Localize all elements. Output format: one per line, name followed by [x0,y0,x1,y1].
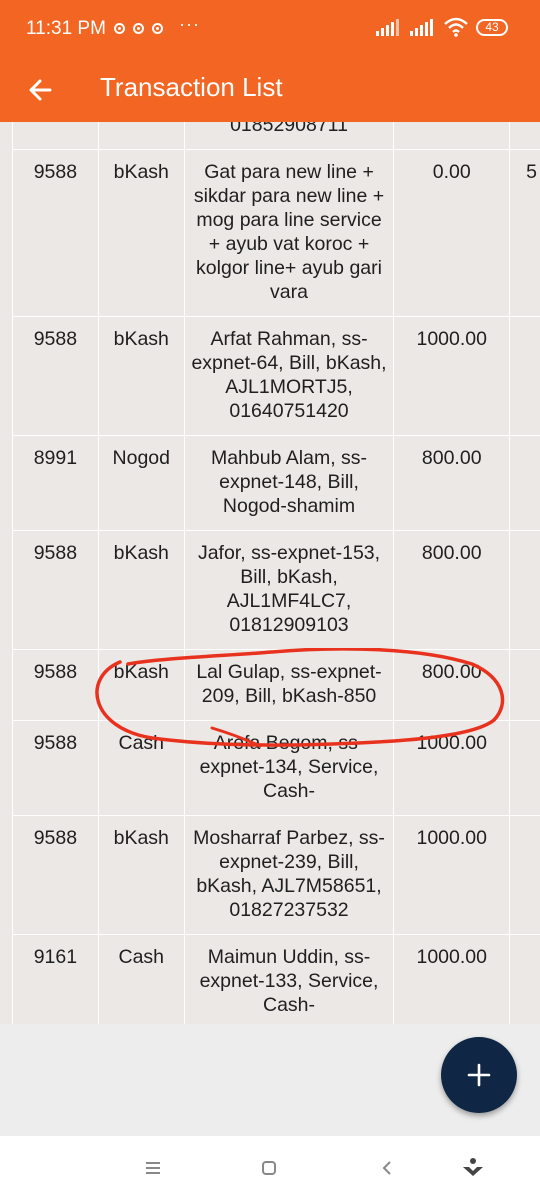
cell-id: 9588 [12,649,99,721]
table-row[interactable]: 9588 bKash Arfat Rahman, ss-expnet-64, Bil… [12,316,540,436]
cell-method: bKash [97,649,185,721]
cell-extra [509,934,540,1024]
notification-dot-icon [133,23,144,34]
cell-amount: 1000.00 [393,316,511,436]
transaction-list[interactable]: 01852908711 9588 bKash Gat para new line +… [0,122,540,1024]
home-square-icon[interactable] [255,1154,283,1182]
status-bar: 11:31 PM ··· 43 [0,0,540,58]
signal-icon [410,19,433,36]
more-notifications-icon: ··· [179,14,200,34]
cell-method: Cash [97,934,185,1024]
table-row[interactable]: 9588 Cash Arefa Begom, ss-expnet-134, Serv… [12,720,540,816]
status-time: 11:31 PM [26,18,106,39]
cell-description: Mahbub Alam, ss-expnet-148, Bill, Nogod-… [183,435,395,531]
cell-description: Arfat Rahman, ss-expnet-64, Bill, bKash,… [183,316,395,436]
cell-id: 9588 [12,316,99,436]
cell-extra [509,649,540,721]
cell-method: Cash [97,720,185,816]
cell-method: Nogod [97,435,185,531]
wifi-icon [444,17,468,37]
cell-method: bKash [97,316,185,436]
table-row[interactable]: 9588 bKash Jafor, ss-expnet-153, Bill, bKa… [12,530,540,650]
cell-extra [509,122,540,150]
arrow-left-icon[interactable] [24,72,60,108]
cell-amount: 1000.00 [393,815,511,935]
cell-extra [509,435,540,531]
cell-method: bKash [97,530,185,650]
cell-amount: 1000.00 [393,934,511,1024]
cell-description: Maimun Uddin, ss-expnet-133, Service, Ca… [183,934,395,1024]
cell-id: 9588 [12,530,99,650]
cell-amount: 800.00 [393,530,511,650]
add-transaction-button[interactable] [441,1037,517,1113]
cell-extra: 5 [509,149,540,317]
transaction-table: 01852908711 9588 bKash Gat para new line +… [12,122,540,1024]
table-row[interactable]: 9161 Cash Maimun Uddin, ss-expnet-133, Ser… [12,934,540,1024]
cell-amount: 800.00 [393,649,511,721]
table-row[interactable]: 9588 bKash Mosharraf Parbez, ss-expnet-239… [12,815,540,935]
cell-extra [509,815,540,935]
cell-description: 01852908711 [183,122,395,150]
cell-extra [509,530,540,650]
cell-id: 9588 [12,815,99,935]
menu-icon[interactable] [139,1154,167,1182]
cell-id [12,122,99,150]
table-row[interactable]: 01852908711 [12,122,540,150]
cell-amount: 0.00 [393,149,511,317]
notification-dot-icon [152,23,163,34]
cell-id: 9588 [12,720,99,816]
battery-icon: 43 [476,18,508,36]
cell-extra [509,720,540,816]
navigation-bar [0,1136,540,1200]
cell-extra [509,316,540,436]
cell-amount [393,122,511,150]
page-title: Transaction List [100,72,283,102]
cell-method: bKash [97,815,185,935]
status-right-icons: 43 [376,17,508,37]
cell-id: 9161 [12,934,99,1024]
cell-id: 8991 [12,435,99,531]
notification-icons: ··· [114,14,200,35]
signal-icon [376,19,399,36]
cell-amount: 1000.00 [393,720,511,816]
table-row[interactable]: 8991 Nogod Mahbub Alam, ss-expnet-148, Bil… [12,435,540,531]
cell-method: bKash [97,149,185,317]
plus-icon [467,1063,491,1087]
assistant-icon[interactable] [459,1154,487,1182]
notification-dot-icon [114,23,125,34]
cell-amount: 800.00 [393,435,511,531]
cell-description: Arefa Begom, ss-expnet-134, Service, Cas… [183,720,395,816]
cell-description: Lal Gulap, ss-expnet-209, Bill, bKash-85… [183,649,395,721]
cell-description: Jafor, ss-expnet-153, Bill, bKash, AJL1M… [183,530,395,650]
app-bar: Transaction List [0,58,540,122]
back-chevron-icon[interactable] [373,1154,401,1182]
table-row[interactable]: 9588 bKash Lal Gulap, ss-expnet-209, Bill,… [12,649,540,721]
cell-method [97,122,185,150]
cell-description: Mosharraf Parbez, ss-expnet-239, Bill, b… [183,815,395,935]
cell-id: 9588 [12,149,99,317]
cell-description: Gat para new line + sikdar para new line… [183,149,395,317]
table-row[interactable]: 9588 bKash Gat para new line + sikdar para… [12,149,540,317]
